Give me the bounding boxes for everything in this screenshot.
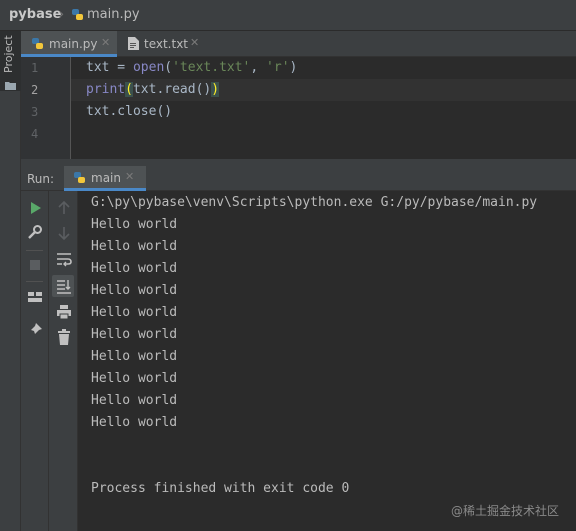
- scroll-to-end-icon[interactable]: [55, 277, 73, 295]
- run-toolbar-primary: [21, 191, 49, 531]
- print-icon[interactable]: [55, 303, 73, 321]
- python-icon: [74, 172, 85, 183]
- code-line-1: txt = open('text.txt', 'r'): [86, 60, 297, 75]
- console-output-line: Hello world: [91, 349, 178, 364]
- project-tool-tab[interactable]: Project: [0, 31, 21, 91]
- wrench-icon[interactable]: [26, 224, 44, 242]
- toolbar-separator: [26, 250, 43, 251]
- breadcrumb-project[interactable]: pybase: [9, 7, 61, 22]
- console-output-line: Hello world: [91, 261, 178, 276]
- toolbar-separator: [26, 281, 43, 282]
- code-token: ): [289, 60, 298, 75]
- code-line-2: print(txt.read()): [86, 82, 220, 97]
- code-token: txt.read(): [132, 82, 212, 97]
- code-token: 'text.txt': [172, 60, 251, 75]
- line-number-gutter: 1 2 3 4: [21, 57, 71, 159]
- run-tab-label: main: [91, 171, 121, 185]
- navigation-bar: pybase › main.py: [0, 0, 576, 31]
- console-exit-message: Process finished with exit code 0: [91, 481, 350, 496]
- run-label: Run:: [27, 172, 55, 186]
- soft-wrap-icon[interactable]: [55, 250, 73, 268]
- run-icon[interactable]: [26, 199, 44, 217]
- console-output-line: Hello world: [91, 415, 178, 430]
- console-output-line: Hello world: [91, 327, 178, 342]
- code-token: open: [132, 60, 165, 75]
- stop-icon[interactable]: [26, 256, 44, 274]
- run-tool-header: Run: main ✕: [21, 166, 576, 191]
- matched-brace: ): [211, 82, 220, 97]
- pin-icon[interactable]: [26, 321, 44, 339]
- console-output-line: Hello world: [91, 239, 178, 254]
- line-number: 4: [31, 127, 39, 141]
- folder-icon: [5, 82, 16, 90]
- trash-icon[interactable]: [55, 328, 73, 346]
- layout-icon[interactable]: [26, 288, 44, 306]
- code-token: ,: [250, 60, 267, 75]
- console-output-line: Hello world: [91, 305, 178, 320]
- editor-tab-bar: main.py ✕ text.txt ✕: [21, 31, 576, 57]
- line-number: 3: [31, 105, 39, 119]
- tab-label: main.py: [49, 37, 98, 51]
- down-arrow-icon[interactable]: [55, 224, 73, 242]
- console-command-line: G:\py\pybase\venv\Scripts\python.exe G:/…: [91, 195, 538, 210]
- watermark: @稀土掘金技术社区: [451, 504, 560, 518]
- breadcrumb-separator: ›: [58, 4, 65, 23]
- tab-main-py[interactable]: main.py ✕: [21, 31, 117, 57]
- text-file-icon: [128, 37, 139, 50]
- line-number: 2: [31, 83, 39, 97]
- console-output-line: Hello world: [91, 371, 178, 386]
- code-token: txt =: [86, 60, 133, 75]
- up-arrow-icon[interactable]: [55, 199, 73, 217]
- panel-splitter[interactable]: [21, 159, 576, 166]
- run-config-tab[interactable]: main ✕: [64, 166, 146, 191]
- console-output-line: Hello world: [91, 217, 178, 232]
- code-token: (: [164, 60, 173, 75]
- run-toolbar-secondary: [49, 191, 78, 531]
- tool-window-strip: Project: [0, 31, 21, 531]
- project-tool-label: Project: [2, 35, 15, 73]
- tab-text-txt[interactable]: text.txt ✕: [121, 31, 213, 56]
- console-output-line: Hello world: [91, 283, 178, 298]
- console-output-line: Hello world: [91, 393, 178, 408]
- python-file-icon: [72, 9, 83, 20]
- matched-brace: (: [125, 82, 133, 97]
- line-number: 1: [31, 61, 39, 75]
- python-file-icon: [32, 38, 43, 49]
- breadcrumb-file[interactable]: main.py: [87, 7, 140, 22]
- code-line-3: txt.close(): [86, 104, 173, 119]
- close-icon[interactable]: ✕: [125, 170, 134, 183]
- tab-label: text.txt: [144, 37, 189, 51]
- close-icon[interactable]: ✕: [101, 36, 110, 49]
- code-token: 'r': [266, 60, 290, 75]
- close-icon[interactable]: ✕: [190, 36, 199, 49]
- code-token: print: [86, 82, 126, 97]
- run-console[interactable]: G:\py\pybase\venv\Scripts\python.exe G:/…: [78, 191, 576, 531]
- code-editor[interactable]: 1 2 3 4 txt = open('text.txt', 'r') prin…: [21, 57, 576, 159]
